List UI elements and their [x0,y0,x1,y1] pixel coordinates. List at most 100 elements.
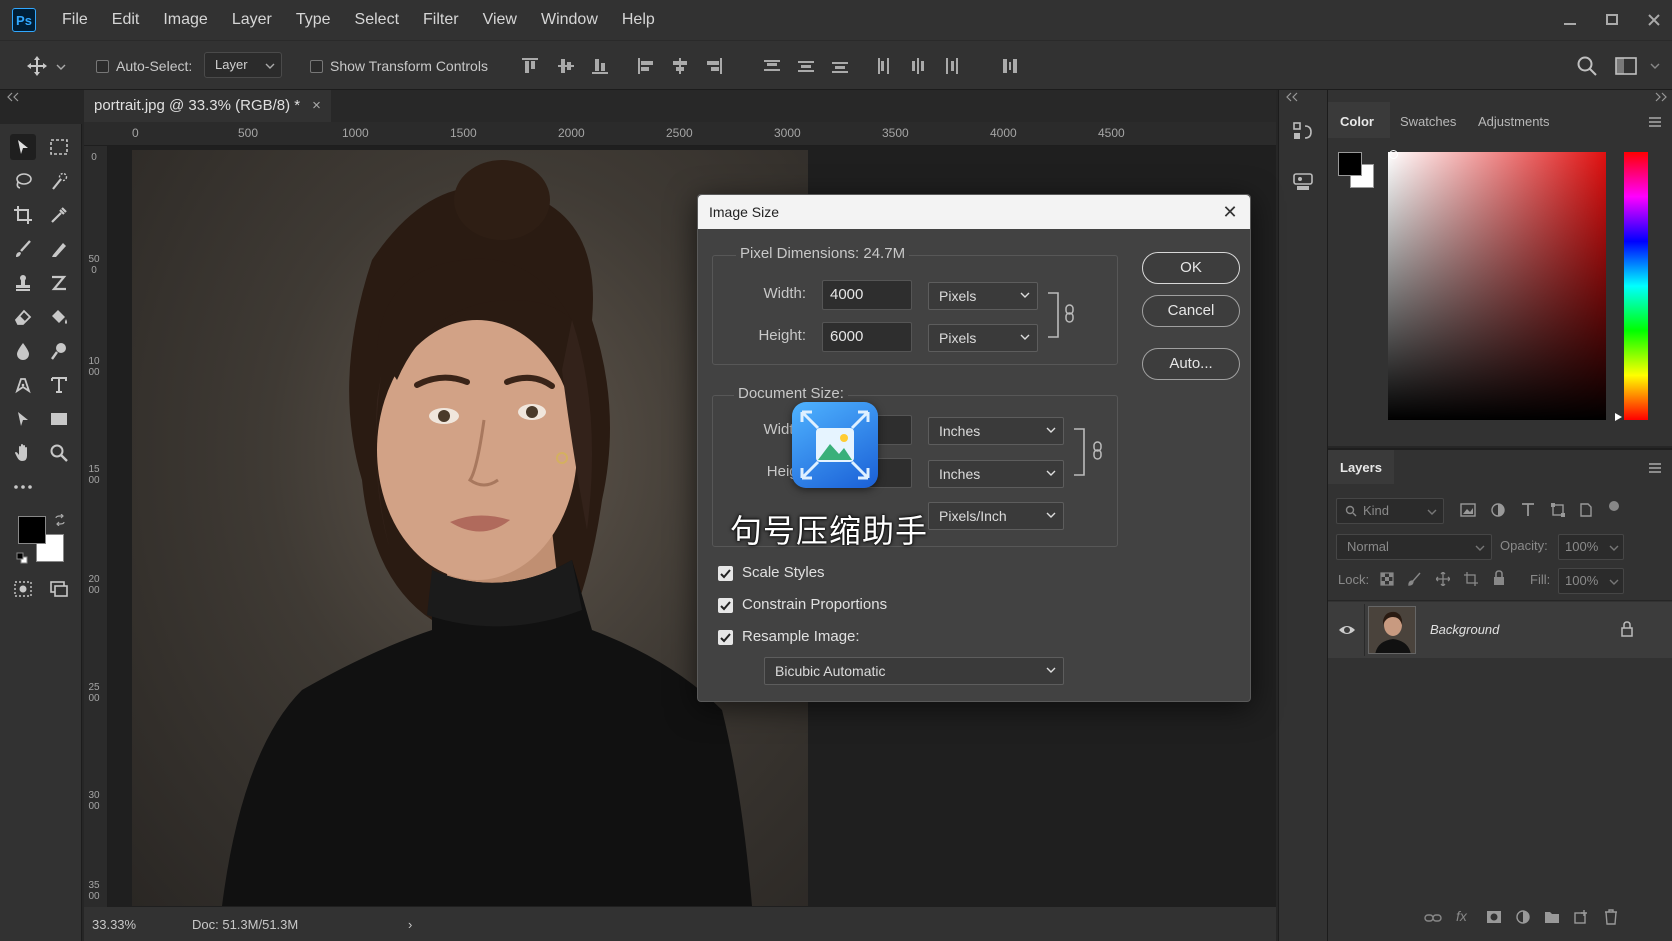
lock-transparent-icon[interactable] [1380,572,1394,586]
panel-menu-icon[interactable] [1648,462,1662,474]
auto-select-checkbox[interactable] [96,60,109,73]
lasso-tool[interactable] [10,168,36,194]
history-brush-tool[interactable] [46,270,72,296]
show-transform-checkbox[interactable] [310,60,323,73]
align-left-icon[interactable] [636,56,656,76]
marquee-tool[interactable] [46,134,72,160]
blend-mode-dropdown[interactable]: Normal [1336,534,1492,560]
layer-name[interactable]: Background [1430,622,1499,637]
align-hcenter-icon[interactable] [670,56,690,76]
tab-close-icon[interactable]: × [312,90,321,122]
type-tool[interactable] [46,372,72,398]
doc-width-unit-select[interactable]: Inches [928,417,1064,445]
blur-tool[interactable] [10,338,36,364]
default-colors-icon[interactable] [16,552,28,564]
zoom-level[interactable]: 33.33% [92,917,178,932]
auto-select-dropdown[interactable]: Layer [204,52,282,78]
new-group-icon[interactable] [1544,910,1560,924]
dodge-tool[interactable] [46,338,72,364]
hand-tool[interactable] [10,440,36,466]
filter-smart-object-icon[interactable] [1578,502,1594,518]
filter-shape-icon[interactable] [1550,502,1566,518]
brush-tool[interactable] [10,236,36,262]
menu-type[interactable]: Type [284,0,343,40]
distribute-right-icon[interactable] [942,56,962,76]
panel-menu-icon[interactable] [1648,116,1662,128]
stamp-tool[interactable] [10,270,36,296]
menu-file[interactable]: File [50,0,100,40]
pen-tool[interactable] [10,372,36,398]
align-right-icon[interactable] [704,56,724,76]
resample-image-checkbox[interactable] [718,630,733,645]
workspace-icon[interactable] [1615,56,1637,76]
pixel-width-unit-select[interactable]: Pixels [928,282,1038,310]
resample-method-select[interactable]: Bicubic Automatic [764,657,1064,685]
hue-slider-marker-icon[interactable] [1614,412,1623,422]
lock-position-icon[interactable] [1436,572,1450,586]
foreground-color-swatch[interactable] [18,516,46,544]
move-tool[interactable] [10,134,36,160]
maximize-icon[interactable] [1604,12,1620,28]
menu-view[interactable]: View [471,0,529,40]
layer-thumbnail[interactable] [1368,606,1416,654]
hue-slider[interactable] [1624,152,1648,420]
tab-color[interactable]: Color [1340,114,1374,129]
menu-image[interactable]: Image [151,0,219,40]
expand-panels-icon[interactable] [1654,92,1668,102]
document-tab[interactable]: portrait.jpg @ 33.3% (RGB/8) * × [84,90,331,122]
menu-window[interactable]: Window [529,0,610,40]
quick-select-tool[interactable] [46,168,72,194]
chevron-down-icon[interactable] [56,63,66,71]
color-picker-field[interactable] [1388,152,1606,420]
move-tool-icon[interactable] [26,55,48,77]
scale-styles-checkbox[interactable] [718,566,733,581]
more-tools[interactable] [10,474,36,500]
adjustment-layer-icon[interactable] [1516,910,1530,924]
lock-pixels-icon[interactable] [1408,572,1422,586]
trash-icon[interactable] [1604,909,1618,925]
crop-tool[interactable] [10,202,36,228]
filter-type-icon[interactable] [1520,502,1536,518]
distribute-spacing-icon[interactable] [1000,56,1020,76]
screen-mode-button[interactable] [46,576,72,602]
tab-adjustments[interactable]: Adjustments [1478,114,1550,129]
doc-height-unit-select[interactable]: Inches [928,460,1064,488]
menu-help[interactable]: Help [610,0,667,40]
minimize-icon[interactable] [1562,12,1578,28]
menu-select[interactable]: Select [343,0,411,40]
align-top-icon[interactable] [520,56,540,76]
ok-button[interactable]: OK [1142,252,1240,284]
new-layer-icon[interactable] [1574,910,1588,924]
filter-adjustment-icon[interactable] [1490,502,1506,518]
menu-filter[interactable]: Filter [411,0,471,40]
collapse-toolbar-icon[interactable] [6,92,20,102]
align-bottom-icon[interactable] [590,56,610,76]
dialog-title-bar[interactable]: Image Size [698,195,1250,229]
fx-icon[interactable]: fx [1456,908,1467,924]
layer-row-background[interactable]: Background [1328,602,1672,658]
distribute-vcenter-icon[interactable] [796,56,816,76]
cancel-button[interactable]: Cancel [1142,295,1240,327]
align-vcenter-icon[interactable] [556,56,576,76]
eyedropper-tool[interactable] [46,202,72,228]
distribute-left-icon[interactable] [874,56,894,76]
fill-input[interactable]: 100% [1558,568,1624,594]
color-fg-swatch[interactable] [1338,152,1362,176]
zoom-tool[interactable] [46,440,72,466]
opacity-input[interactable]: 100% [1558,534,1624,560]
swap-colors-icon[interactable] [54,514,66,526]
quick-mask-button[interactable] [10,576,36,602]
auto-button[interactable]: Auto... [1142,348,1240,380]
constrain-proportions-checkbox[interactable] [718,598,733,613]
distribute-hcenter-icon[interactable] [908,56,928,76]
chevron-down-icon[interactable] [1650,62,1660,70]
menu-edit[interactable]: Edit [100,0,152,40]
distribute-bottom-icon[interactable] [830,56,850,76]
menu-layer[interactable]: Layer [220,0,284,40]
collapse-panels-icon[interactable] [1285,92,1299,102]
layer-filter-dropdown[interactable]: Kind [1336,498,1444,524]
eye-visibility-icon[interactable] [1338,623,1356,637]
lock-all-icon[interactable] [1492,570,1506,586]
resolution-unit-select[interactable]: Pixels/Inch [928,502,1064,530]
search-icon[interactable] [1576,55,1598,77]
